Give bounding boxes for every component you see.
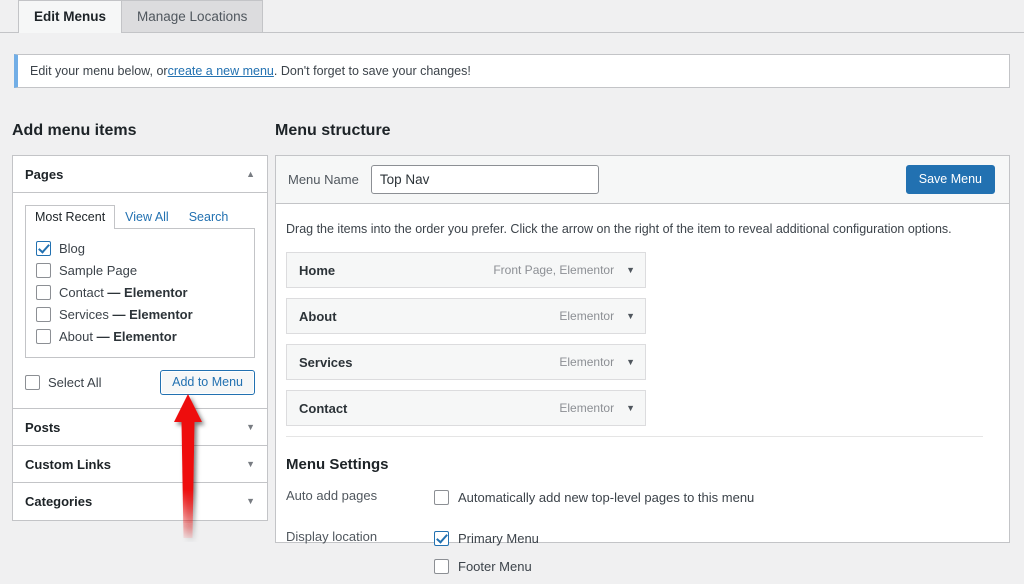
pages-tab-view-all[interactable]: View All — [115, 205, 179, 229]
page-checkbox-about[interactable] — [36, 329, 51, 344]
display-location-options: Primary Menu Footer Menu — [434, 528, 539, 584]
accordion-title-pages: Pages — [25, 167, 63, 182]
chevron-down-icon: ▼ — [246, 460, 255, 469]
menu-item-title-services: Services — [299, 355, 353, 370]
add-menu-items-heading: Add menu items — [12, 122, 136, 140]
menu-name-row: Menu Name Save Menu — [276, 156, 1009, 204]
page-label-services: Services — Elementor — [59, 307, 193, 322]
pages-tab-search-label: Search — [189, 210, 229, 224]
page-label-contact-suffix: — Elementor — [107, 285, 187, 300]
pages-tab-view-all-label: View All — [125, 210, 169, 224]
list-item[interactable]: About — Elementor — [36, 325, 244, 347]
select-all-checkbox[interactable] — [25, 375, 40, 390]
save-menu-button[interactable]: Save Menu — [906, 165, 995, 194]
list-item[interactable]: Contact — Elementor — [36, 281, 244, 303]
auto-add-pages-option-label: Automatically add new top-level pages to… — [458, 490, 754, 505]
add-to-menu-button[interactable]: Add to Menu — [160, 370, 255, 395]
select-all-control[interactable]: Select All — [25, 375, 101, 390]
page-label-services-text: Services — [59, 307, 112, 322]
table-row[interactable]: About Elementor ▼ — [286, 298, 646, 334]
menu-item-type-about: Elementor — [559, 309, 614, 323]
page-checkbox-blog[interactable] — [36, 241, 51, 256]
auto-add-pages-options: Automatically add new top-level pages to… — [434, 487, 754, 515]
menu-item-title-contact: Contact — [299, 401, 347, 416]
drag-hint-text: Drag the items into the order you prefer… — [286, 222, 991, 236]
notice-text-after: . Don't forget to save your changes! — [274, 64, 471, 78]
pages-actions-row: Select All Add to Menu — [25, 370, 255, 395]
chevron-down-icon: ▼ — [246, 423, 255, 432]
tab-manage-locations[interactable]: Manage Locations — [121, 0, 263, 32]
auto-add-pages-row: Auto add pages Automatically add new top… — [286, 487, 991, 515]
pages-panel-body: Most Recent View All Search Blog Sample … — [13, 193, 267, 409]
table-row[interactable]: Contact Elementor ▼ — [286, 390, 646, 426]
primary-menu-label: Primary Menu — [458, 531, 539, 546]
chevron-up-icon: ▲ — [246, 170, 255, 179]
menu-name-input[interactable] — [371, 165, 599, 194]
menu-structure-body: Drag the items into the order you prefer… — [276, 204, 1009, 584]
section-divider — [286, 436, 983, 437]
menu-name-label: Menu Name — [288, 172, 359, 187]
pages-tab-list: Most Recent View All Search — [25, 205, 255, 229]
tab-edit-menus[interactable]: Edit Menus — [18, 0, 122, 32]
menu-structure-panel: Menu Name Save Menu Drag the items into … — [275, 155, 1010, 543]
menu-item-type-contact: Elementor — [559, 401, 614, 415]
chevron-down-icon: ▼ — [246, 497, 255, 506]
create-a-new-menu-link[interactable]: create a new menu — [168, 64, 274, 78]
pages-tab-search[interactable]: Search — [179, 205, 239, 229]
footer-menu-label: Footer Menu — [458, 559, 532, 574]
auto-add-pages-label: Auto add pages — [286, 487, 434, 503]
add-menu-items-accordion: Pages ▲ Most Recent View All Search Blog… — [12, 155, 268, 521]
chevron-down-icon[interactable]: ▼ — [626, 403, 635, 413]
footer-menu-checkbox[interactable] — [434, 559, 449, 574]
menu-item-title-about: About — [299, 309, 337, 324]
page-label-blog: Blog — [59, 241, 85, 256]
list-item[interactable]: Sample Page — [36, 259, 244, 281]
page-checkbox-contact[interactable] — [36, 285, 51, 300]
auto-add-pages-option[interactable]: Automatically add new top-level pages to… — [434, 487, 754, 507]
table-row[interactable]: Home Front Page, Elementor ▼ — [286, 252, 646, 288]
page-label-sample-page: Sample Page — [59, 263, 137, 278]
tab-edit-menus-label: Edit Menus — [34, 9, 106, 24]
page-checkbox-sample-page[interactable] — [36, 263, 51, 278]
page-checkbox-services[interactable] — [36, 307, 51, 322]
auto-add-pages-checkbox[interactable] — [434, 490, 449, 505]
page-label-about-text: About — [59, 329, 97, 344]
pages-checkbox-list: Blog Sample Page Contact — Elementor Ser… — [25, 228, 255, 358]
page-label-services-suffix: — Elementor — [112, 307, 192, 322]
chevron-down-icon[interactable]: ▼ — [626, 265, 635, 275]
list-item[interactable]: Services — Elementor — [36, 303, 244, 325]
pages-tab-most-recent-label: Most Recent — [35, 210, 105, 224]
accordion-header-custom-links[interactable]: Custom Links ▼ — [13, 446, 267, 483]
tab-manage-locations-label: Manage Locations — [137, 9, 247, 24]
page-label-about: About — Elementor — [59, 329, 177, 344]
menu-item-title-home: Home — [299, 263, 335, 278]
chevron-down-icon[interactable]: ▼ — [626, 357, 635, 367]
accordion-header-pages[interactable]: Pages ▲ — [13, 156, 267, 193]
accordion-title-custom-links: Custom Links — [25, 457, 111, 472]
display-location-row: Display location Primary Menu Footer Men… — [286, 528, 991, 584]
menu-item-type-home: Front Page, Elementor — [493, 263, 614, 277]
menu-settings-heading: Menu Settings — [286, 456, 991, 473]
display-location-option-footer[interactable]: Footer Menu — [434, 556, 539, 576]
display-location-option-primary[interactable]: Primary Menu — [434, 528, 539, 548]
notice-banner: Edit your menu below, or create a new me… — [14, 54, 1010, 88]
accordion-title-categories: Categories — [25, 494, 92, 509]
pages-tab-most-recent[interactable]: Most Recent — [25, 205, 115, 229]
page-label-about-suffix: — Elementor — [97, 329, 177, 344]
page-label-contact: Contact — Elementor — [59, 285, 188, 300]
accordion-header-posts[interactable]: Posts ▼ — [13, 409, 267, 446]
accordion-header-categories[interactable]: Categories ▼ — [13, 483, 267, 520]
page-label-contact-text: Contact — [59, 285, 107, 300]
accordion-title-posts: Posts — [25, 420, 60, 435]
table-row[interactable]: Services Elementor ▼ — [286, 344, 646, 380]
tab-bar: Edit Menus Manage Locations — [0, 0, 1024, 33]
primary-menu-checkbox[interactable] — [434, 531, 449, 546]
select-all-label: Select All — [48, 375, 101, 390]
menu-item-type-services: Elementor — [559, 355, 614, 369]
notice-text-before: Edit your menu below, or — [30, 64, 168, 78]
list-item[interactable]: Blog — [36, 237, 244, 259]
menu-structure-heading: Menu structure — [275, 122, 391, 140]
chevron-down-icon[interactable]: ▼ — [626, 311, 635, 321]
